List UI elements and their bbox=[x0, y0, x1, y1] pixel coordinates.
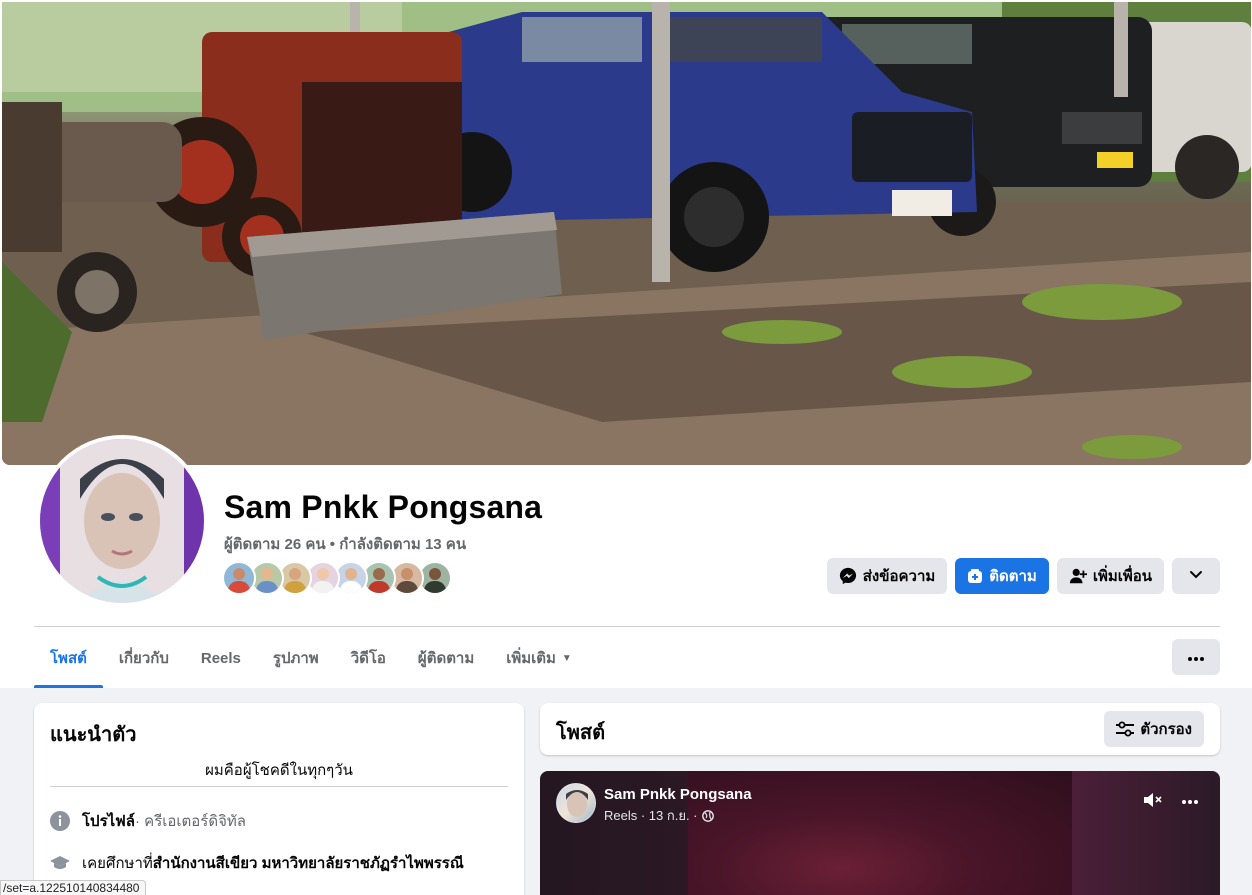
post-meta-text: Reels · 13 ก.ย. · bbox=[604, 808, 698, 823]
message-button[interactable]: ส่งข้อความ bbox=[826, 558, 948, 594]
add-friend-icon bbox=[1069, 567, 1087, 585]
profile-name: Sam Pnkk Pongsana bbox=[224, 489, 543, 525]
cover-illustration bbox=[2, 2, 1251, 465]
tab-more-label: เพิ่มเติม bbox=[506, 650, 556, 667]
tab-photos[interactable]: รูปภาพ bbox=[257, 628, 335, 688]
intro-divider bbox=[50, 786, 508, 787]
intro-profile-value: · ครีเอเตอร์ดิจิทัล bbox=[135, 813, 246, 830]
intro-title: แนะนำตัว bbox=[50, 724, 137, 746]
tab-more[interactable]: เพิ่มเติม ▼ bbox=[490, 628, 588, 688]
volume-muted-icon bbox=[1142, 793, 1164, 813]
profile-dropdown-button[interactable] bbox=[1172, 558, 1220, 594]
follow-button[interactable]: ติดตาม bbox=[955, 558, 1049, 594]
tab-about[interactable]: เกี่ยวกับ bbox=[103, 628, 185, 688]
post-card[interactable]: Sam Pnkk Pongsana Reels · 13 ก.ย. · bbox=[540, 771, 1220, 895]
post-options-button[interactable] bbox=[1182, 791, 1198, 809]
tab-reels[interactable]: Reels bbox=[185, 628, 257, 688]
add-friend-label: เพิ่มเพื่อน bbox=[1092, 568, 1152, 585]
posts-header: โพสต์ ตัวกรอง bbox=[540, 703, 1220, 755]
post-meta: Reels · 13 ก.ย. · bbox=[604, 805, 714, 826]
avatar-image bbox=[40, 439, 204, 603]
chevron-down-icon bbox=[1189, 567, 1203, 585]
profile-header: Sam Pnkk Pongsana ผู้ติดตาม 26 คน • กำลั… bbox=[0, 0, 1252, 688]
filter-label: ตัวกรอง bbox=[1140, 721, 1192, 738]
intro-education-row: เคยศึกษาที่ สำนักงานสีเขียว มหาวิทยาลัยร… bbox=[50, 851, 464, 875]
post-author-avatar[interactable] bbox=[556, 783, 596, 823]
graduation-cap-icon bbox=[50, 853, 70, 873]
follow-stats[interactable]: ผู้ติดตาม 26 คน • กำลังติดตาม 13 คน bbox=[224, 532, 466, 556]
messenger-icon bbox=[839, 567, 857, 585]
message-label: ส่งข้อความ bbox=[862, 568, 936, 585]
status-bar-url: /set=a.122510140834480 bbox=[0, 880, 147, 895]
friend-avatars[interactable] bbox=[222, 561, 452, 595]
mute-button[interactable] bbox=[1142, 791, 1164, 814]
post-author-name[interactable]: Sam Pnkk Pongsana bbox=[604, 786, 752, 803]
intro-card: แนะนำตัว ผมคือผู้โชคดีในทุกๆวัน โปรไฟล์ … bbox=[34, 703, 524, 895]
posts-title: โพสต์ bbox=[556, 722, 606, 744]
add-friend-button[interactable]: เพิ่มเพื่อน bbox=[1056, 558, 1164, 594]
filter-icon bbox=[1116, 721, 1135, 737]
intro-profile-label[interactable]: โปรไฟล์ bbox=[82, 809, 135, 833]
more-options-button[interactable] bbox=[1172, 639, 1220, 675]
follow-icon bbox=[967, 568, 983, 584]
tab-followers[interactable]: ผู้ติดตาม bbox=[402, 628, 490, 688]
tab-posts[interactable]: โพสต์ bbox=[34, 628, 103, 688]
globe-icon bbox=[701, 809, 714, 822]
info-icon bbox=[50, 811, 70, 831]
filter-button[interactable]: ตัวกรอง bbox=[1104, 711, 1204, 747]
friend-avatar[interactable] bbox=[222, 561, 256, 595]
tab-videos[interactable]: วิดีโอ bbox=[335, 628, 402, 688]
cover-photo[interactable] bbox=[2, 2, 1251, 465]
tabs-divider bbox=[34, 626, 1220, 627]
intro-bio: ผมคือผู้โชคดีในทุกๆวัน bbox=[205, 762, 353, 779]
intro-education-prefix: เคยศึกษาที่ bbox=[82, 855, 153, 872]
intro-profile-row: โปรไฟล์ · ครีเอเตอร์ดิจิทัล bbox=[50, 809, 246, 833]
profile-avatar[interactable] bbox=[36, 435, 208, 607]
more-dots-icon bbox=[1182, 791, 1198, 808]
caret-down-icon: ▼ bbox=[561, 652, 572, 664]
more-dots-icon bbox=[1188, 648, 1204, 666]
profile-actions: ส่งข้อความ ติดตาม เพิ่มเพื่อน bbox=[826, 558, 1220, 594]
intro-education-value[interactable]: สำนักงานสีเขียว มหาวิทยาลัยราชภัฏรำไพพรร… bbox=[153, 851, 464, 875]
profile-tabs: โพสต์ เกี่ยวกับ Reels รูปภาพ วิดีโอ ผู้ต… bbox=[34, 628, 588, 688]
follow-label: ติดตาม bbox=[989, 568, 1037, 585]
